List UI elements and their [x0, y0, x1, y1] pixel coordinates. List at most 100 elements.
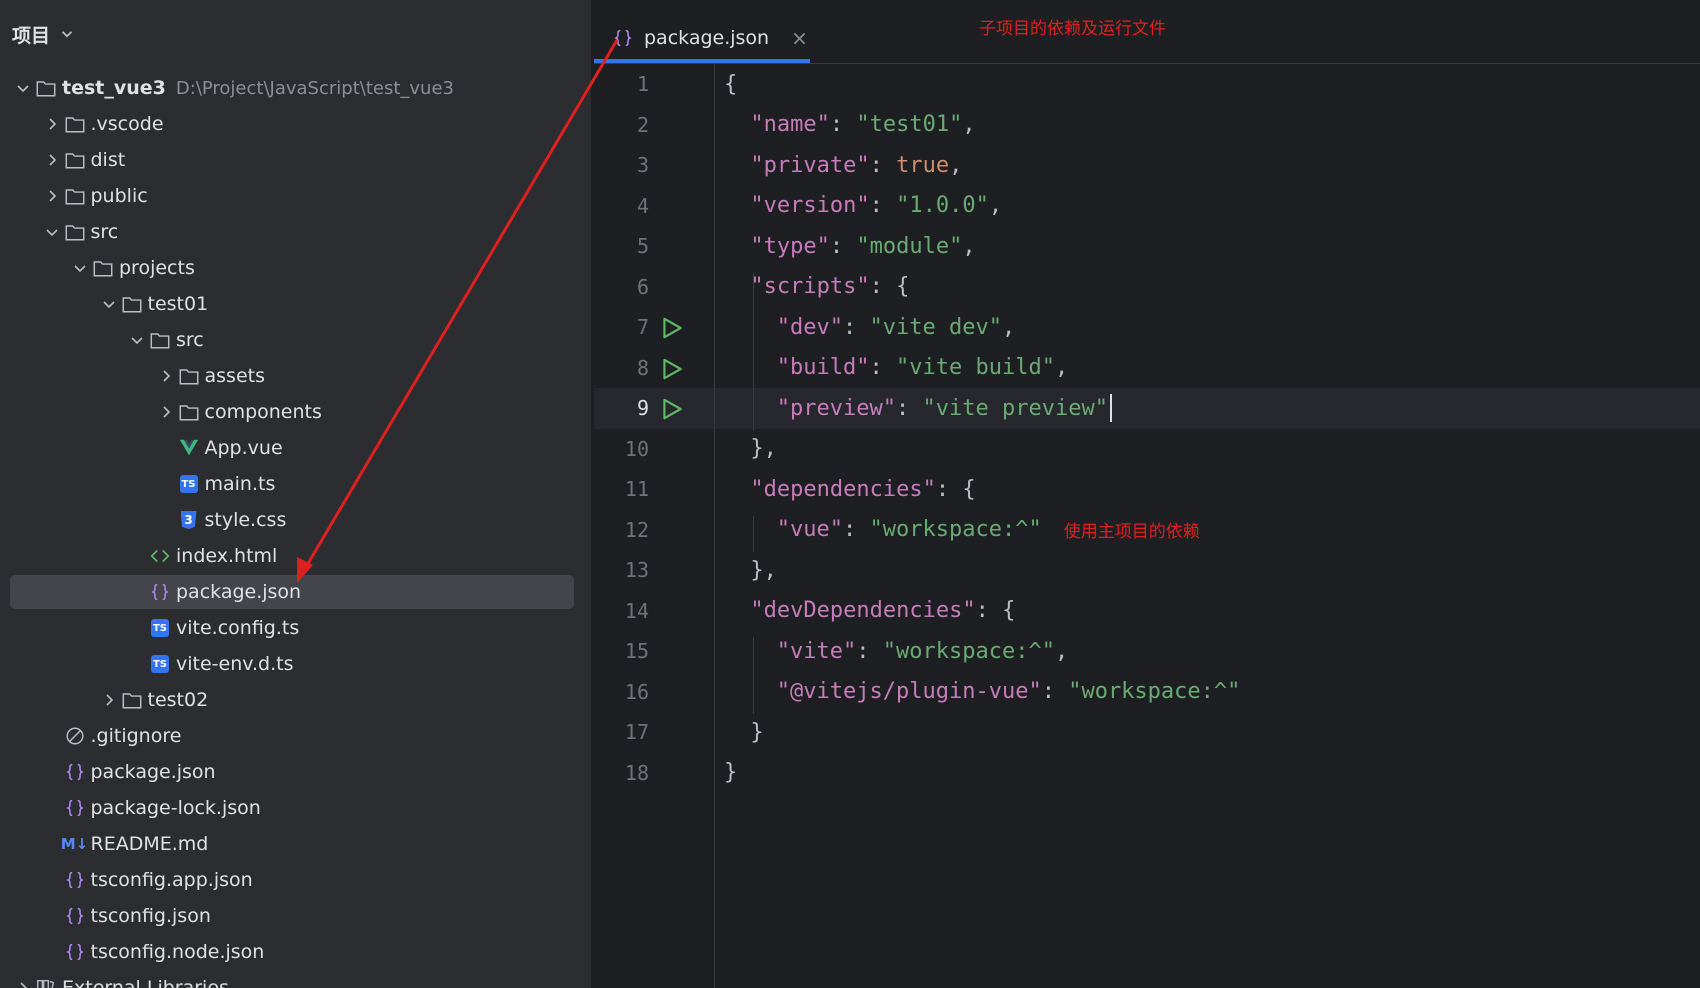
- chevron-right-icon[interactable]: [155, 365, 177, 387]
- code-token: {: [896, 274, 910, 300]
- code-line[interactable]: {: [724, 64, 737, 105]
- line-number: 3: [594, 145, 714, 186]
- chevron-down-icon[interactable]: [12, 77, 34, 99]
- tree-row[interactable]: package-lock.json: [0, 790, 591, 826]
- code-token: "1.0.0": [896, 193, 989, 219]
- folder-icon: [63, 112, 87, 136]
- tree-row[interactable]: TS main.ts: [0, 466, 591, 502]
- code-line[interactable]: "name": "test01",: [750, 105, 975, 146]
- json-file-icon: [63, 940, 87, 964]
- line-number-text: 16: [624, 679, 649, 704]
- code-line[interactable]: },: [750, 429, 777, 470]
- run-icon[interactable]: [659, 396, 685, 422]
- chevron-right-icon[interactable]: [41, 113, 63, 135]
- chevron-down-icon[interactable]: [69, 257, 91, 279]
- tree-row[interactable]: 3 style.css: [0, 502, 591, 538]
- chevron-down-icon[interactable]: [98, 293, 120, 315]
- line-number-text: 8: [636, 355, 649, 380]
- code-token: :: [829, 112, 857, 138]
- tree-row[interactable]: components: [0, 394, 591, 430]
- code-line[interactable]: "preview": "vite preview": [777, 388, 1112, 429]
- code-token: "workspace:^": [869, 517, 1042, 543]
- chevron-right-icon[interactable]: [41, 149, 63, 171]
- line-number-text: 9: [636, 396, 649, 421]
- chevron-right-icon[interactable]: [41, 185, 63, 207]
- tab-package-json[interactable]: package.json ×: [612, 14, 808, 62]
- code-line[interactable]: }: [750, 712, 763, 753]
- code-token: :: [975, 598, 1003, 624]
- chevron-down-icon: [61, 31, 73, 38]
- tree-row[interactable]: tsconfig.app.json: [0, 862, 591, 898]
- tree-row[interactable]: TS vite-env.d.ts: [0, 646, 591, 682]
- tree-row[interactable]: test01: [0, 286, 591, 322]
- line-number: 1: [594, 64, 714, 105]
- tree-row[interactable]: src: [0, 214, 591, 250]
- code-line[interactable]: },: [750, 550, 777, 591]
- line-number-text: 4: [636, 193, 649, 218]
- tree-row[interactable]: index.html: [0, 538, 591, 574]
- tree-item-label: App.vue: [204, 437, 283, 459]
- panel-header[interactable]: 项目: [12, 18, 76, 50]
- code-line[interactable]: "type": "module",: [750, 226, 975, 267]
- code-line[interactable]: "vite": "workspace:^",: [777, 631, 1068, 672]
- tree-row[interactable]: TS vite.config.ts: [0, 610, 591, 646]
- tree-row[interactable]: test02: [0, 682, 591, 718]
- line-number-text: 14: [624, 598, 649, 623]
- run-icon[interactable]: [659, 356, 685, 382]
- gitignore-icon: [63, 724, 87, 748]
- line-number: 13: [594, 550, 714, 591]
- tree-row[interactable]: public: [0, 178, 591, 214]
- code-token: true: [896, 152, 950, 178]
- chevron-right-icon[interactable]: [155, 401, 177, 423]
- tree-row[interactable]: External Libraries: [0, 970, 591, 988]
- code-line[interactable]: }: [724, 753, 737, 794]
- code-token: "@vitejs/plugin-vue": [776, 679, 1042, 705]
- code-line[interactable]: "dependencies": {: [750, 469, 975, 510]
- chevron-down-icon[interactable]: [41, 221, 63, 243]
- tree-row[interactable]: .gitignore: [0, 718, 591, 754]
- code-line[interactable]: "vue": "workspace:^" 使用主项目的依赖: [777, 510, 1200, 551]
- html-file-icon: [148, 544, 172, 568]
- tree-row[interactable]: tsconfig.node.json: [0, 934, 591, 970]
- code-token: "vite": [776, 638, 857, 664]
- code-token: ,: [1054, 355, 1069, 381]
- code-line[interactable]: "private": true,: [750, 145, 962, 186]
- tree-row[interactable]: projects: [0, 250, 591, 286]
- code-line[interactable]: "dev": "vite dev",: [777, 307, 1015, 348]
- chevron-right-icon[interactable]: [12, 977, 34, 988]
- tree-row[interactable]: tsconfig.json: [0, 898, 591, 934]
- tree-row[interactable]: package.json: [0, 574, 591, 610]
- tree-row[interactable]: assets: [0, 358, 591, 394]
- code-token: :: [869, 274, 897, 300]
- tree-root-path: D:\Project\JavaScript\test_vue3: [175, 77, 454, 99]
- chevron-down-icon[interactable]: [126, 329, 148, 351]
- tree-row[interactable]: src: [0, 322, 591, 358]
- line-number: 18: [594, 753, 714, 794]
- tree-row[interactable]: App.vue: [0, 430, 591, 466]
- code-token: "workspace:^": [1068, 679, 1241, 705]
- code-token: "vite dev": [869, 314, 1002, 340]
- tree-row[interactable]: package.json: [0, 754, 591, 790]
- code-line[interactable]: "@vitejs/plugin-vue": "workspace:^": [777, 672, 1241, 713]
- code-line[interactable]: "scripts": {: [750, 267, 909, 308]
- code-line[interactable]: "version": "1.0.0",: [750, 186, 1002, 227]
- tree-row[interactable]: M↓ README.md: [0, 826, 591, 862]
- tree-row-root[interactable]: test_vue3 D:\Project\JavaScript\test_vue…: [0, 70, 591, 106]
- line-number-text: 10: [624, 436, 649, 461]
- tree-row[interactable]: .vscode: [0, 106, 591, 142]
- text-caret: [1109, 394, 1112, 423]
- tree-item-label: src: [176, 329, 204, 351]
- code-line[interactable]: "devDependencies": {: [750, 591, 1015, 632]
- close-icon[interactable]: ×: [791, 26, 808, 50]
- json-file-icon: [614, 29, 632, 47]
- chevron-right-icon[interactable]: [98, 689, 120, 711]
- tree-row[interactable]: dist: [0, 142, 591, 178]
- code-token: ,: [988, 193, 1003, 219]
- tree-item-label: dist: [90, 149, 126, 171]
- run-icon[interactable]: [659, 315, 685, 341]
- code-line[interactable]: "build": "vite build",: [777, 348, 1068, 389]
- tree-item-label: tsconfig.node.json: [90, 941, 265, 963]
